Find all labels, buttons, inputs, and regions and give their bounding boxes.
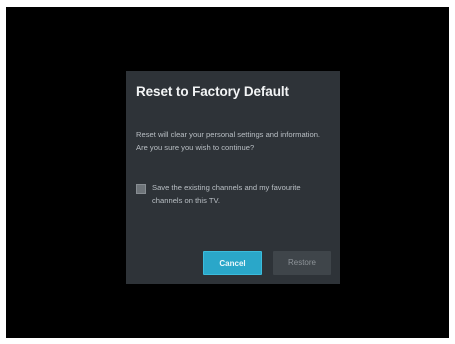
reset-factory-default-dialog: Reset to Factory Default Reset will clea… — [126, 71, 340, 284]
dialog-title: Reset to Factory Default — [136, 84, 289, 99]
dialog-message-line: Are you sure you wish to continue? — [136, 142, 255, 152]
tv-screen: Reset to Factory Default Reset will clea… — [6, 7, 449, 338]
save-channels-label-line: Save the existing channels and my favour… — [152, 183, 301, 192]
save-channels-option[interactable]: Save the existing channels and my favour… — [136, 182, 336, 207]
cancel-button[interactable]: Cancel — [203, 251, 262, 275]
dialog-message-line: Reset will clear your personal settings … — [136, 130, 321, 139]
dialog-message: Reset will clear your personal settings … — [136, 129, 336, 154]
save-channels-label: Save the existing channels and my favour… — [152, 182, 301, 207]
save-channels-checkbox[interactable] — [136, 184, 146, 194]
save-channels-label-line: channels on this TV. — [152, 195, 220, 205]
restore-button[interactable]: Restore — [273, 251, 331, 275]
